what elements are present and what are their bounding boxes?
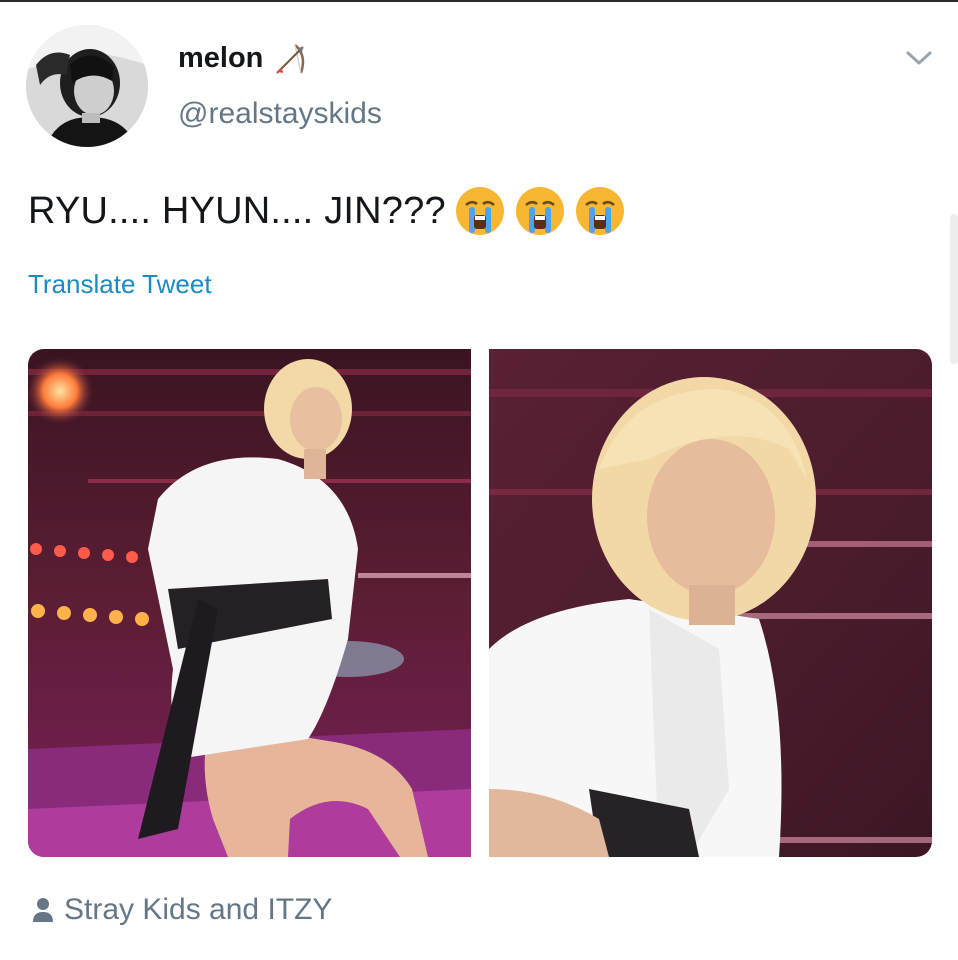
translate-tweet-link[interactable]: Translate Tweet bbox=[28, 269, 212, 300]
author-name-row: melon bbox=[178, 38, 309, 78]
tweet-text: RYU.... HYUN.... JIN??? bbox=[28, 189, 446, 232]
person-icon bbox=[33, 898, 53, 922]
tweet-photo-1[interactable] bbox=[28, 349, 471, 857]
crying-face-icon bbox=[514, 185, 566, 237]
crying-face-icon bbox=[574, 185, 626, 237]
avatar-photo bbox=[26, 25, 148, 147]
context-row[interactable]: Stray Kids and ITZY bbox=[32, 888, 332, 932]
display-name[interactable]: melon bbox=[178, 42, 263, 75]
user-handle[interactable]: @realstayskids bbox=[178, 97, 382, 131]
scrollbar[interactable] bbox=[950, 214, 958, 364]
avatar[interactable] bbox=[26, 25, 148, 147]
context-label: Stray Kids and ITZY bbox=[64, 893, 333, 926]
chevron-down-icon[interactable] bbox=[904, 48, 934, 68]
crying-face-icon bbox=[454, 185, 506, 237]
tweet-text-row: RYU.... HYUN.... JIN??? bbox=[28, 187, 626, 235]
top-divider bbox=[0, 0, 958, 2]
tweet-photo-2[interactable] bbox=[489, 349, 932, 857]
bow-and-arrow-icon bbox=[273, 41, 309, 75]
